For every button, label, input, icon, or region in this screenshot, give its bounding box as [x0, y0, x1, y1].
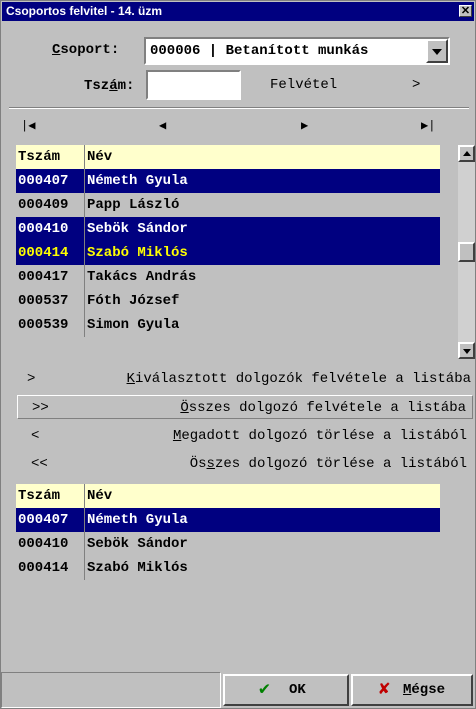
scroll-up-icon[interactable] — [458, 145, 475, 162]
ok-button[interactable]: ✔ OK — [223, 674, 349, 706]
cell-nev: Sebök Sándor — [87, 536, 188, 552]
remove-all-button[interactable]: << Összes dolgozó törlése a listából — [17, 452, 473, 476]
cell-tszam: 000407 — [18, 512, 69, 528]
table-row[interactable]: 000407 Németh Gyula — [16, 508, 440, 532]
prev-record-icon[interactable]: ◀ — [159, 118, 166, 133]
close-icon[interactable]: ✕ — [459, 5, 472, 17]
cell-nev: Fóth József — [87, 293, 180, 309]
felvetel-label[interactable]: Felvétel — [270, 77, 337, 93]
remove-all-label: Összes dolgozó törlése a listából — [189, 456, 467, 472]
add-all-button[interactable]: >> Összes dolgozó felvétele a listába — [17, 395, 473, 419]
first-record-icon[interactable]: |◀ — [21, 118, 35, 133]
remove-one-button[interactable]: < Megadott dolgozó törlése a listából — [17, 424, 473, 448]
cell-tszam: 000414 — [18, 560, 69, 576]
cell-tszam: 000537 — [18, 293, 69, 309]
cell-tszam: 000407 — [18, 173, 69, 189]
chevron-down-icon[interactable] — [426, 39, 448, 63]
table-row[interactable]: 000414 Szabó Miklós — [16, 241, 440, 265]
cell-tszam: 000417 — [18, 269, 69, 285]
remove-all-symbol: << — [31, 456, 48, 472]
cell-tszam: 000410 — [18, 536, 69, 552]
add-selected-symbol: > — [27, 371, 36, 387]
source-grid[interactable]: Tszám Név 000407 Németh Gyula 000409 Papp L… — [16, 145, 440, 345]
scroll-down-icon[interactable] — [458, 342, 475, 359]
column-tszam: Tszám — [18, 149, 61, 165]
cell-tszam: 000409 — [18, 197, 69, 213]
cell-nev: Papp László — [87, 197, 180, 213]
source-grid-header: Tszám Név — [16, 145, 440, 169]
button-bar: ✔ OK ✘ Mégse — [1, 672, 475, 708]
csoport-combobox[interactable]: 000006 | Betanított munkás — [144, 37, 450, 65]
table-row[interactable]: 000410 Sebök Sándor — [16, 217, 440, 241]
ok-label: OK — [289, 682, 306, 698]
table-row[interactable]: 000414 Szabó Miklós — [16, 556, 440, 580]
table-row[interactable]: 000539 Simon Gyula — [16, 313, 440, 337]
dialog-window: Csoportos felvitel - 14. üzm ✕ Csoport: … — [0, 0, 476, 709]
cross-icon: ✘ — [379, 680, 390, 700]
last-record-icon[interactable]: ▶| — [421, 118, 435, 133]
table-row[interactable]: 000407 Németh Gyula — [16, 169, 440, 193]
cell-nev: Szabó Miklós — [87, 560, 188, 576]
tszam-input[interactable] — [146, 70, 241, 100]
title-bar: Csoportos felvitel - 14. üzm ✕ — [2, 2, 474, 21]
csoport-label: Csoport: — [52, 42, 120, 58]
cancel-label: Mégse — [403, 682, 446, 698]
table-row[interactable]: 000537 Fóth József — [16, 289, 440, 313]
table-row[interactable]: 000410 Sebök Sándor — [16, 532, 440, 556]
column-nev: Név — [87, 149, 113, 165]
cell-tszam: 000410 — [18, 221, 69, 237]
felvetel-arrow[interactable]: > — [412, 77, 420, 93]
cell-nev: Sebök Sándor — [87, 221, 188, 237]
add-all-label: Összes dolgozó felvétele a listába — [180, 400, 466, 416]
cell-nev: Szabó Miklós — [87, 245, 188, 261]
next-record-icon[interactable]: ▶ — [301, 118, 308, 133]
add-all-symbol: >> — [32, 400, 49, 416]
add-selected-button[interactable]: > Kiválasztott dolgozók felvétele a list… — [17, 367, 473, 391]
check-icon: ✔ — [259, 680, 270, 700]
separator — [9, 107, 469, 109]
table-row[interactable]: 000409 Papp László — [16, 193, 440, 217]
window-title: Csoportos felvitel - 14. üzm — [6, 4, 163, 18]
target-grid[interactable]: Tszám Név 000407 Németh Gyula 000410 Sebök … — [16, 484, 440, 672]
table-row[interactable]: 000417 Takács András — [16, 265, 440, 289]
cell-nev: Németh Gyula — [87, 512, 188, 528]
remove-one-label: Megadott dolgozó törlése a listából — [172, 428, 467, 444]
cancel-button[interactable]: ✘ Mégse — [351, 674, 473, 706]
status-panel — [1, 672, 221, 708]
cell-tszam: 000539 — [18, 317, 69, 333]
column-tszam: Tszám — [18, 488, 61, 504]
cell-tszam: 000414 — [18, 245, 69, 261]
remove-one-symbol: < — [31, 428, 40, 444]
cell-nev: Takács András — [87, 269, 197, 285]
add-selected-label: Kiválasztott dolgozók felvétele a listáb… — [126, 371, 471, 387]
target-grid-header: Tszám Név — [16, 484, 440, 508]
tszam-label: Tszám: — [84, 78, 135, 94]
source-scrollbar[interactable] — [458, 145, 475, 359]
cell-nev: Simon Gyula — [87, 317, 180, 333]
scroll-thumb[interactable] — [458, 242, 475, 262]
cell-nev: Németh Gyula — [87, 173, 188, 189]
column-nev: Név — [87, 488, 113, 504]
csoport-value: 000006 | Betanított munkás — [150, 43, 369, 59]
